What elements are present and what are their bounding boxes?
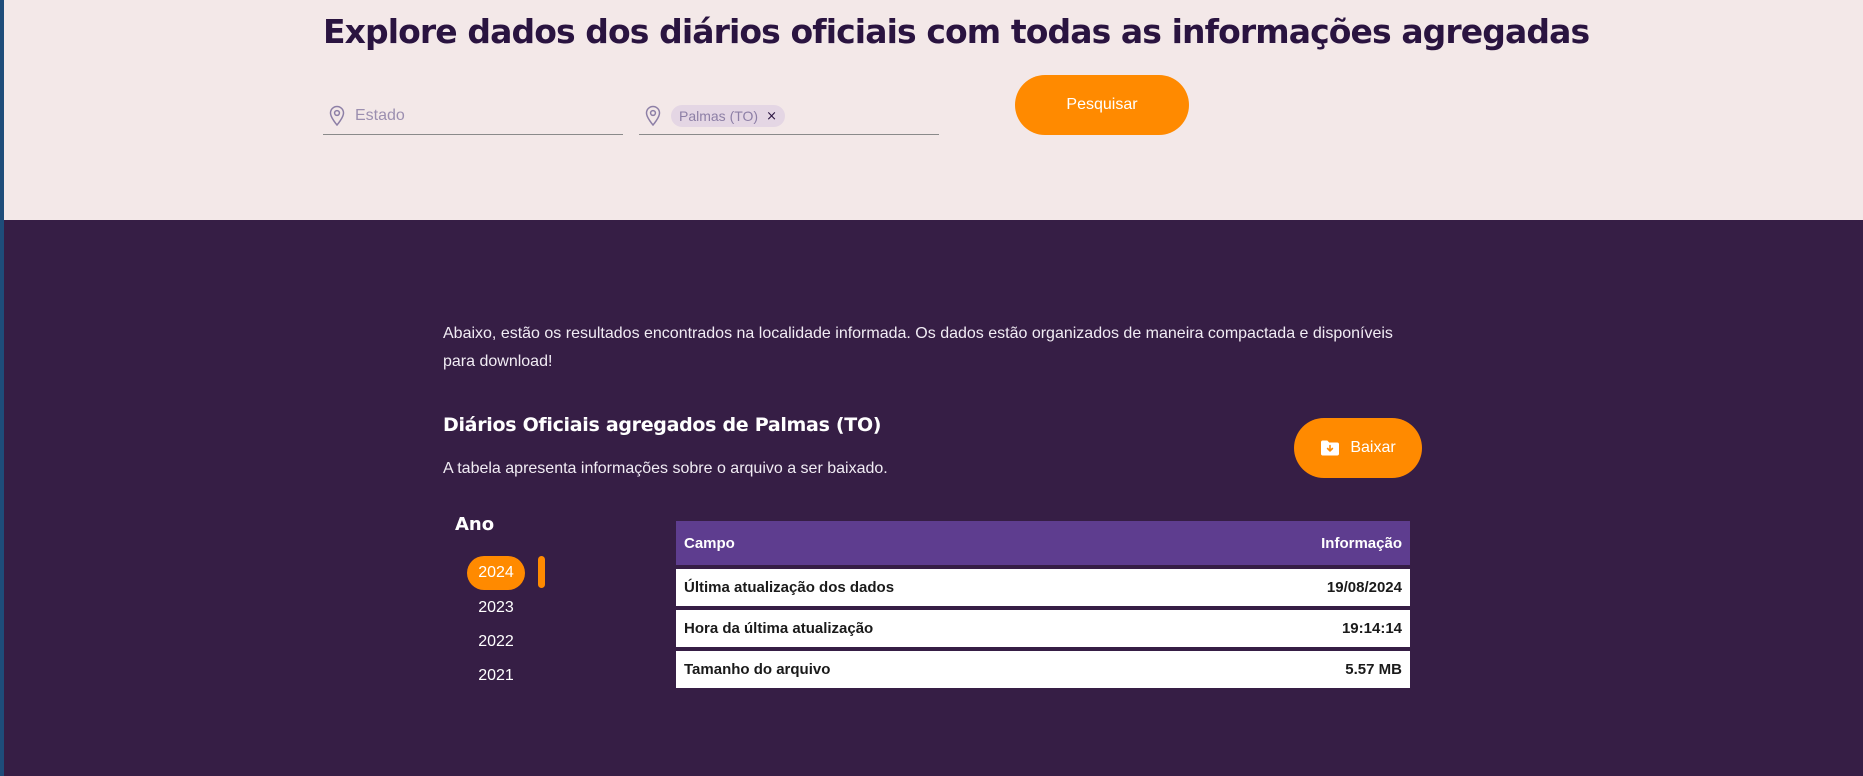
- results-subtitle: A tabela apresenta informações sobre o a…: [443, 460, 888, 477]
- file-info-table: Campo Informação Última atualização dos …: [676, 517, 1410, 692]
- page-title: Explore dados dos diários oficiais com t…: [323, 12, 1590, 51]
- state-field[interactable]: [323, 98, 623, 135]
- year-heading: Ano: [455, 514, 495, 535]
- folder-download-icon: [1321, 440, 1340, 456]
- table-row: Hora da última atualização 19:14:14: [676, 610, 1410, 647]
- table-cell-field: Tamanho do arquivo: [676, 651, 1190, 688]
- year-selection-indicator: [538, 556, 545, 588]
- results-intro: Abaixo, estão os resultados encontrados …: [443, 325, 1393, 370]
- table-row: Última atualização dos dados 19/08/2024: [676, 569, 1410, 606]
- download-label: Baixar: [1350, 439, 1396, 456]
- year-item-2021[interactable]: 2021: [467, 659, 525, 693]
- table-row: Tamanho do arquivo 5.57 MB: [676, 651, 1410, 688]
- column-header-info: Informação: [1189, 521, 1410, 565]
- table-cell-field: Hora da última atualização: [676, 610, 1190, 647]
- results-title: Diários Oficiais agregados de Palmas (TO…: [443, 414, 882, 436]
- city-field[interactable]: Palmas (TO) ×: [639, 98, 939, 135]
- location-pin-icon: [329, 105, 345, 127]
- year-item-2022[interactable]: 2022: [467, 625, 525, 659]
- year-item-2023[interactable]: 2023: [467, 591, 525, 625]
- selected-city-label: Palmas (TO): [679, 108, 759, 124]
- search-button[interactable]: Pesquisar: [1015, 75, 1189, 135]
- table-cell-value: 5.57 MB: [1189, 651, 1410, 688]
- table-cell-value: 19:14:14: [1189, 610, 1410, 647]
- location-pin-icon: [645, 105, 661, 127]
- year-item-2024[interactable]: 2024: [467, 556, 525, 590]
- table-header-row: Campo Informação: [676, 521, 1410, 565]
- table-cell-field: Última atualização dos dados: [676, 569, 1190, 606]
- table-cell-value: 19/08/2024: [1189, 569, 1410, 606]
- selected-city-chip: Palmas (TO) ×: [671, 105, 785, 127]
- state-input[interactable]: [355, 107, 595, 125]
- close-icon[interactable]: ×: [766, 109, 777, 124]
- column-header-field: Campo: [676, 521, 1190, 565]
- download-button[interactable]: Baixar: [1294, 418, 1422, 478]
